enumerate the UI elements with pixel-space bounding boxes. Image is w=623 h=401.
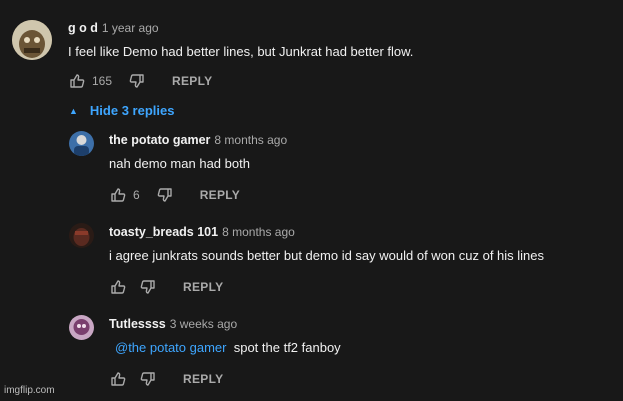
mention-link[interactable]: @the potato gamer <box>115 340 226 355</box>
avatar-image <box>12 20 52 60</box>
thumbs-up-icon[interactable] <box>109 278 127 296</box>
thumbs-up-icon[interactable] <box>68 72 86 90</box>
reply-button[interactable]: REPLY <box>183 372 223 386</box>
reply-actions: REPLY <box>109 278 223 296</box>
reply-button[interactable]: REPLY <box>172 74 212 88</box>
hide-replies-button[interactable]: ▲ Hide 3 replies <box>69 103 174 118</box>
reply-actions: REPLY <box>109 370 223 388</box>
avatar-image <box>69 223 94 248</box>
author-name[interactable]: toasty_breads 101 <box>109 225 218 239</box>
reply-author[interactable]: Tutlessss 3 weeks ago <box>109 317 237 331</box>
reply-author[interactable]: the potato gamer 8 months ago <box>109 133 287 147</box>
reply-timestamp[interactable]: 3 weeks ago <box>170 317 237 331</box>
comment-actions: 165 REPLY <box>68 72 212 90</box>
like-count: 6 <box>133 188 140 202</box>
author-name[interactable]: Tutlessss <box>109 317 166 331</box>
thumbs-down-icon[interactable] <box>139 370 157 388</box>
reply-button[interactable]: REPLY <box>200 188 240 202</box>
avatar[interactable] <box>69 315 94 340</box>
author-name[interactable]: g o d <box>68 21 98 35</box>
avatar[interactable] <box>12 20 52 60</box>
comment-text: I feel like Demo had better lines, but J… <box>68 44 414 59</box>
reply-text: i agree junkrats sounds better but demo … <box>109 248 545 263</box>
reply-text: @the potato gamer spot the tf2 fanboy <box>115 340 341 355</box>
avatar[interactable] <box>69 223 94 248</box>
reply-actions: 6 REPLY <box>109 186 240 204</box>
avatar-image <box>69 131 94 156</box>
avatar[interactable] <box>69 131 94 156</box>
reply-author[interactable]: toasty_breads 101 8 months ago <box>109 225 295 239</box>
reply-body: spot the tf2 fanboy <box>233 340 341 355</box>
author-name[interactable]: the potato gamer <box>109 133 210 147</box>
thumbs-up-icon[interactable] <box>109 370 127 388</box>
comment-author[interactable]: g o d 1 year ago <box>68 21 159 35</box>
watermark: imgflip.com <box>4 385 55 396</box>
comment-thread: g o d 1 year ago I feel like Demo had bet… <box>0 0 623 401</box>
avatar-image <box>69 315 94 340</box>
thumbs-down-icon[interactable] <box>128 72 146 90</box>
thumbs-up-icon[interactable] <box>109 186 127 204</box>
caret-up-icon: ▲ <box>69 105 78 116</box>
thumbs-down-icon[interactable] <box>156 186 174 204</box>
reply-text: nah demo man had both <box>109 156 250 171</box>
thumbs-down-icon[interactable] <box>139 278 157 296</box>
like-count: 165 <box>92 74 113 88</box>
hide-replies-label: Hide 3 replies <box>89 103 175 118</box>
reply-timestamp[interactable]: 8 months ago <box>214 133 287 147</box>
reply-timestamp[interactable]: 8 months ago <box>222 225 295 239</box>
reply-button[interactable]: REPLY <box>183 280 223 294</box>
comment-timestamp[interactable]: 1 year ago <box>102 21 159 35</box>
